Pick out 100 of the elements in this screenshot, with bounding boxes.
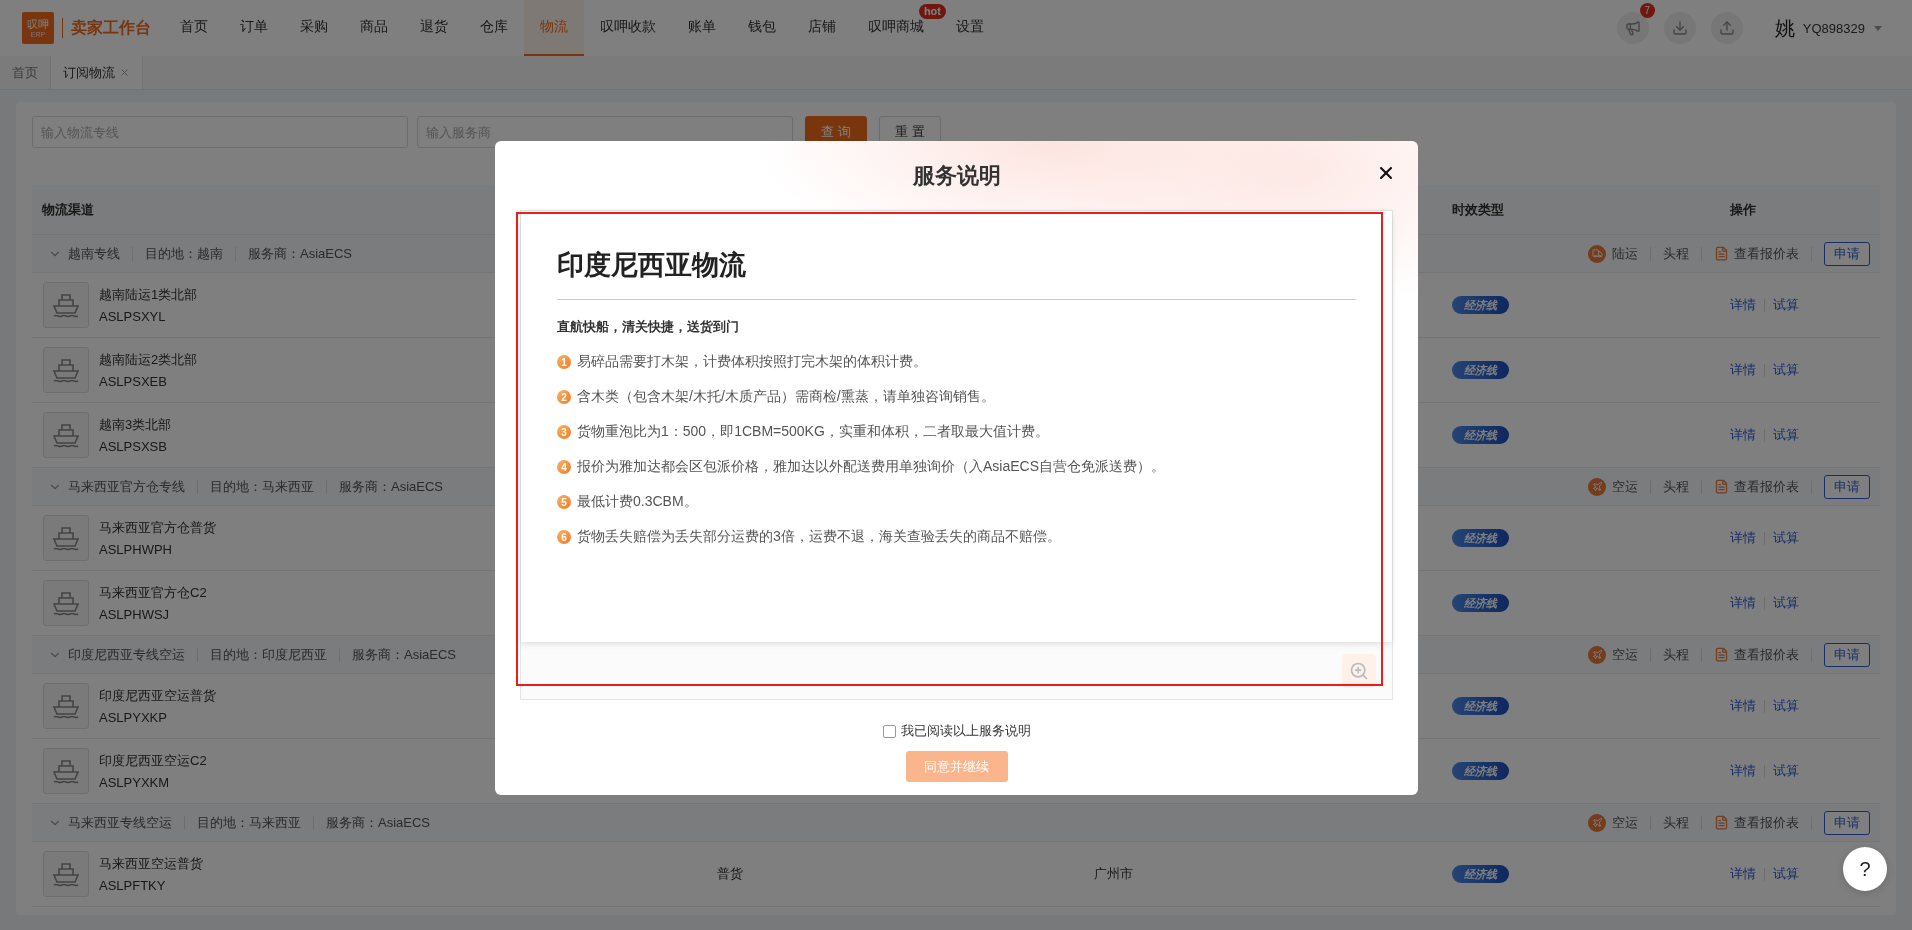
document-subtitle: 直航快船，清关快捷，送货到门 <box>557 318 740 336</box>
upload-icon <box>1718 20 1735 36</box>
point-text: 最低计费0.3CBM。 <box>577 493 698 511</box>
download-icon <box>1671 20 1688 36</box>
channel-code: ASLPHWPH <box>99 542 173 557</box>
nav-item[interactable]: 仓库 <box>464 0 524 56</box>
action-link[interactable]: 详情 <box>1730 529 1756 547</box>
checkbox[interactable] <box>882 724 896 738</box>
caret-icon[interactable] <box>1874 25 1882 31</box>
dialog-title: 服务说明 <box>912 161 1001 190</box>
action-link[interactable]: 试算 <box>1773 361 1799 379</box>
action-link[interactable]: 试算 <box>1773 594 1799 612</box>
quote-link[interactable]: 查看报价表 <box>1734 645 1799 664</box>
plane-glyph <box>1591 481 1603 492</box>
quote-link[interactable]: 查看报价表 <box>1734 244 1799 263</box>
channel-code: ASLPYXKP <box>99 710 168 725</box>
channel-code: ASLPSXSB <box>99 439 168 454</box>
ship-icon <box>51 524 81 552</box>
number-marker: 2 <box>557 390 571 404</box>
service-tag: 经济线 <box>1452 529 1509 547</box>
transport-mode: 空运 <box>1612 477 1638 496</box>
apply-button[interactable]: 申请 <box>1824 642 1870 667</box>
stage-label: 头程 <box>1663 477 1689 496</box>
destination: 目的地：越南 <box>145 244 223 263</box>
channel-name: 印度尼西亚空运C2 <box>99 752 207 770</box>
number-marker: 6 <box>557 530 571 544</box>
service-tag: 经济线 <box>1452 426 1509 444</box>
service-tag: 经济线 <box>1452 361 1509 379</box>
ship-icon <box>51 291 81 319</box>
channel-code: ASLPSXEB <box>99 374 168 389</box>
nav-item[interactable]: 首页 <box>164 0 224 56</box>
action-link[interactable]: 详情 <box>1730 697 1756 715</box>
action-link[interactable]: 试算 <box>1773 697 1799 715</box>
action-link[interactable]: 试算 <box>1773 426 1799 444</box>
document-icon <box>1714 246 1729 261</box>
quote-link[interactable]: 查看报价表 <box>1734 813 1799 832</box>
zoom-in-button[interactable] <box>1342 653 1376 688</box>
channel-code: ASLPSXYL <box>99 309 167 324</box>
action-link[interactable]: 详情 <box>1730 762 1756 780</box>
nav-item[interactable]: 商品 <box>344 0 404 56</box>
channel-name: 越南陆运2类北部 <box>99 351 198 369</box>
column-header: 操作 <box>1729 200 1757 219</box>
action-link[interactable]: 详情 <box>1730 296 1756 314</box>
channel-code: ASLPYXKM <box>99 775 171 790</box>
action-link[interactable]: 试算 <box>1773 865 1799 883</box>
ship-icon <box>51 356 81 384</box>
page-tab[interactable]: 订阅物流 <box>51 56 143 89</box>
destination: 目的地：马来西亚 <box>210 477 314 496</box>
user-avatar[interactable]: 姚 <box>1774 14 1795 42</box>
number-marker: 5 <box>557 495 571 509</box>
action-link[interactable]: 详情 <box>1730 426 1756 444</box>
column-header: 时效类型 <box>1451 200 1505 219</box>
transport-mode: 陆运 <box>1612 244 1638 263</box>
transport-mode: 空运 <box>1612 813 1638 832</box>
action-link[interactable]: 详情 <box>1730 865 1756 883</box>
group-name: 马来西亚官方仓专线 <box>68 477 185 496</box>
nav-item[interactable]: 订单 <box>224 0 284 56</box>
number-marker: 3 <box>557 425 571 439</box>
document-heading: 印度尼西亚物流 <box>557 249 747 282</box>
apply-button[interactable]: 申请 <box>1824 474 1870 499</box>
megaphone-icon <box>1624 20 1641 36</box>
column-header: 物流渠道 <box>41 200 95 219</box>
nav-item[interactable]: 物流 <box>524 0 584 56</box>
point-text: 报价为雅加达都会区包派价格，雅加达以外配送费用单独询价（入AsiaECS自营仓免派送费）。 <box>577 458 1166 476</box>
user-name[interactable]: YQ898329 <box>1802 20 1865 36</box>
apply-button[interactable]: 申请 <box>1824 810 1870 835</box>
apply-button[interactable]: 申请 <box>1824 241 1870 266</box>
plane-glyph <box>1591 817 1603 828</box>
group-name: 印度尼西亚专线空运 <box>68 645 185 664</box>
action-link[interactable]: 试算 <box>1773 296 1799 314</box>
truck-glyph <box>1591 248 1603 259</box>
document-icon <box>1714 479 1729 494</box>
nav-item[interactable]: 钱包 <box>732 0 792 56</box>
action-link[interactable]: 详情 <box>1730 594 1756 612</box>
action-link[interactable]: 试算 <box>1773 529 1799 547</box>
hot-badge: hot <box>918 4 946 19</box>
destination: 目的地：印度尼西亚 <box>210 645 327 664</box>
service-tag: 经济线 <box>1452 296 1509 314</box>
channel-name: 越南陆运1类北部 <box>99 286 198 304</box>
nav-item[interactable]: 店铺 <box>792 0 852 56</box>
nav-item[interactable]: 叹呷收款 <box>584 0 672 56</box>
nav-item[interactable]: 退货 <box>404 0 464 56</box>
point-text: 货物重泡比为1：500，即1CBM=500KG，实重和体积，二者取最大值计费。 <box>577 423 1049 441</box>
nav-item[interactable]: 采购 <box>284 0 344 56</box>
download-button[interactable] <box>1663 12 1696 44</box>
city: 广州市 <box>1092 865 1134 883</box>
point-text: 含木类（包含木架/木托/木质产品）需商检/熏蒸，请单独咨询销售。 <box>577 388 995 406</box>
nav-item[interactable]: 账单 <box>672 0 732 56</box>
service-tag: 经济线 <box>1452 865 1509 883</box>
upload-button[interactable] <box>1710 12 1743 44</box>
notification-button[interactable] <box>1616 12 1649 44</box>
app-title: 卖家工作台 <box>71 17 151 38</box>
service-tag: 经济线 <box>1452 762 1509 780</box>
ship-icon <box>51 589 81 617</box>
quote-link[interactable]: 查看报价表 <box>1734 477 1799 496</box>
action-link[interactable]: 详情 <box>1730 361 1756 379</box>
close-icon[interactable] <box>119 67 130 78</box>
destination: 目的地：马来西亚 <box>197 813 301 832</box>
ship-icon <box>51 421 81 449</box>
action-link[interactable]: 试算 <box>1773 762 1799 780</box>
